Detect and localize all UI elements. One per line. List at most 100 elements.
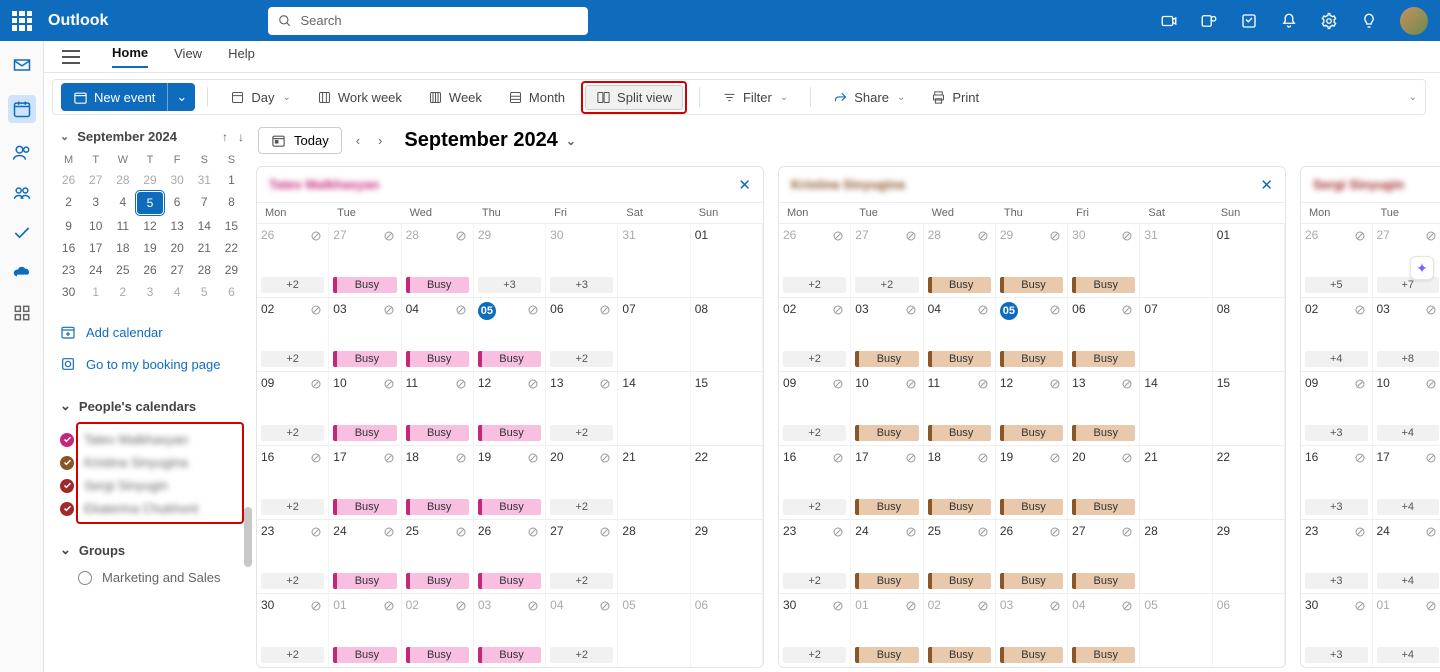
calendar-cell[interactable]: 09+2 (257, 371, 329, 445)
chevron-down-icon[interactable]: ⌄ (60, 130, 69, 143)
calendar-cell[interactable]: 26+2 (257, 223, 329, 297)
calendar-cell[interactable]: 18Busy (402, 445, 474, 519)
calendar-cell[interactable]: 28Busy (402, 223, 474, 297)
calendar-nav[interactable] (8, 95, 36, 123)
month-button[interactable]: Month (498, 86, 575, 109)
calendar-person-row[interactable]: Sergi Sinyugin (80, 474, 240, 497)
mini-cal-day[interactable]: 21 (192, 238, 217, 258)
gear-icon[interactable] (1320, 12, 1338, 30)
week-button[interactable]: Week (418, 86, 492, 109)
more-events[interactable]: +2 (855, 277, 918, 293)
busy-event[interactable]: Busy (1000, 647, 1063, 663)
calendar-cell[interactable]: 30Busy (1068, 223, 1140, 297)
calendar-cell[interactable]: 23+3 (1301, 519, 1373, 593)
mini-cal-day[interactable]: 4 (110, 192, 135, 214)
calendar-cell[interactable]: 23+2 (779, 519, 851, 593)
calendar-cell[interactable]: 03Busy (996, 593, 1068, 667)
month-title[interactable]: September 2024⌄ (404, 129, 575, 152)
mini-cal-day[interactable]: 7 (192, 192, 217, 214)
calendar-cell[interactable]: 27+2 (851, 223, 923, 297)
calendar-cell[interactable]: 03Busy (329, 297, 401, 371)
avatar[interactable] (1400, 7, 1428, 35)
busy-event[interactable]: Busy (1000, 277, 1063, 293)
calendar-cell[interactable]: 04+2 (546, 593, 618, 667)
mini-cal-day[interactable]: 26 (137, 260, 162, 280)
mini-cal-day[interactable]: 30 (56, 282, 81, 302)
note-icon[interactable] (1240, 12, 1258, 30)
busy-event[interactable]: Busy (406, 573, 469, 589)
calendar-cell[interactable]: 20+2 (546, 445, 618, 519)
busy-event[interactable]: Busy (478, 647, 541, 663)
app-launcher-icon[interactable] (12, 11, 32, 31)
calendar-cell[interactable]: 02Busy (924, 593, 996, 667)
calendar-cell[interactable]: 04Busy (1068, 593, 1140, 667)
mini-cal-day[interactable]: 8 (219, 192, 244, 214)
mail-icon[interactable] (12, 55, 32, 75)
mini-cal-day[interactable]: 16 (56, 238, 81, 258)
more-events[interactable]: +4 (1305, 351, 1368, 367)
peoples-calendars-section[interactable]: ⌄People's calendars (56, 390, 244, 422)
calendar-person-row[interactable]: Kristina Sinyugina (80, 451, 240, 474)
calendar-cell[interactable]: 20Busy (1068, 445, 1140, 519)
more-events[interactable]: +2 (783, 647, 846, 663)
panel-close[interactable]: ✕ (1260, 176, 1273, 194)
mini-cal-day[interactable]: 24 (83, 260, 108, 280)
calendar-cell[interactable]: 21 (618, 445, 690, 519)
mini-cal-day[interactable]: 3 (83, 192, 108, 214)
busy-event[interactable]: Busy (1000, 351, 1063, 367)
busy-event[interactable]: Busy (855, 573, 918, 589)
calendar-cell[interactable]: 22 (691, 445, 763, 519)
calendar-cell[interactable]: 22 (1213, 445, 1285, 519)
mini-cal-day[interactable]: 20 (165, 238, 190, 258)
copilot-badge[interactable]: ✦ (1410, 256, 1434, 280)
calendar-person-row[interactable]: Tatev Malkhasyan (80, 428, 240, 451)
mini-cal-day[interactable]: 10 (83, 216, 108, 236)
more-events[interactable]: +2 (550, 573, 613, 589)
toolbar-overflow[interactable]: ⌄ (1409, 92, 1417, 103)
split-view-button[interactable]: Split view (585, 85, 683, 110)
calendar-cell[interactable]: 06 (1213, 593, 1285, 667)
calendar-cell[interactable]: 07 (618, 297, 690, 371)
mini-cal-day[interactable]: 4 (165, 282, 190, 302)
new-event-dropdown[interactable]: ⌄ (167, 83, 195, 111)
calendar-cell[interactable]: 17Busy (329, 445, 401, 519)
mini-cal-day[interactable]: 15 (219, 216, 244, 236)
more-events[interactable]: +2 (550, 351, 613, 367)
mini-cal-day[interactable]: 11 (110, 216, 135, 236)
calendar-cell[interactable]: 26Busy (474, 519, 546, 593)
mini-cal-day[interactable]: 28 (192, 260, 217, 280)
mini-cal-day[interactable]: 26 (56, 170, 81, 190)
more-events[interactable]: +2 (783, 573, 846, 589)
busy-event[interactable]: Busy (406, 425, 469, 441)
calendar-cell[interactable]: 24+4 (1373, 519, 1440, 593)
busy-event[interactable]: Busy (333, 499, 396, 515)
busy-event[interactable]: Busy (1000, 425, 1063, 441)
onedrive-icon[interactable] (12, 263, 32, 283)
today-button[interactable]: Today (258, 127, 342, 154)
calendar-cell[interactable]: 28 (1140, 519, 1212, 593)
calendar-cell[interactable]: 26+5 (1301, 223, 1373, 297)
calendar-cell[interactable]: 28Busy (924, 223, 996, 297)
more-events[interactable]: +2 (783, 351, 846, 367)
mini-cal-day[interactable]: 19 (137, 238, 162, 258)
more-events[interactable]: +3 (1305, 573, 1368, 589)
groups-icon[interactable] (12, 183, 32, 203)
more-events[interactable]: +2 (261, 351, 324, 367)
busy-event[interactable]: Busy (478, 499, 541, 515)
calendar-cell[interactable]: 26Busy (996, 519, 1068, 593)
calendar-cell[interactable]: 07 (1140, 297, 1212, 371)
mini-cal-day[interactable]: 14 (192, 216, 217, 236)
busy-event[interactable]: Busy (855, 425, 918, 441)
people-icon[interactable] (12, 143, 32, 163)
calendar-cell[interactable]: 24Busy (329, 519, 401, 593)
tab-help[interactable]: Help (228, 46, 255, 67)
busy-event[interactable]: Busy (1000, 573, 1063, 589)
busy-event[interactable]: Busy (928, 499, 991, 515)
busy-event[interactable]: Busy (1072, 425, 1135, 441)
busy-event[interactable]: Busy (1072, 277, 1135, 293)
calendar-cell[interactable]: 28 (618, 519, 690, 593)
group-item[interactable]: Marketing and Sales (76, 566, 244, 589)
mini-cal-day[interactable]: 3 (137, 282, 162, 302)
calendar-cell[interactable]: 27+2 (546, 519, 618, 593)
mini-cal-day[interactable]: 9 (56, 216, 81, 236)
